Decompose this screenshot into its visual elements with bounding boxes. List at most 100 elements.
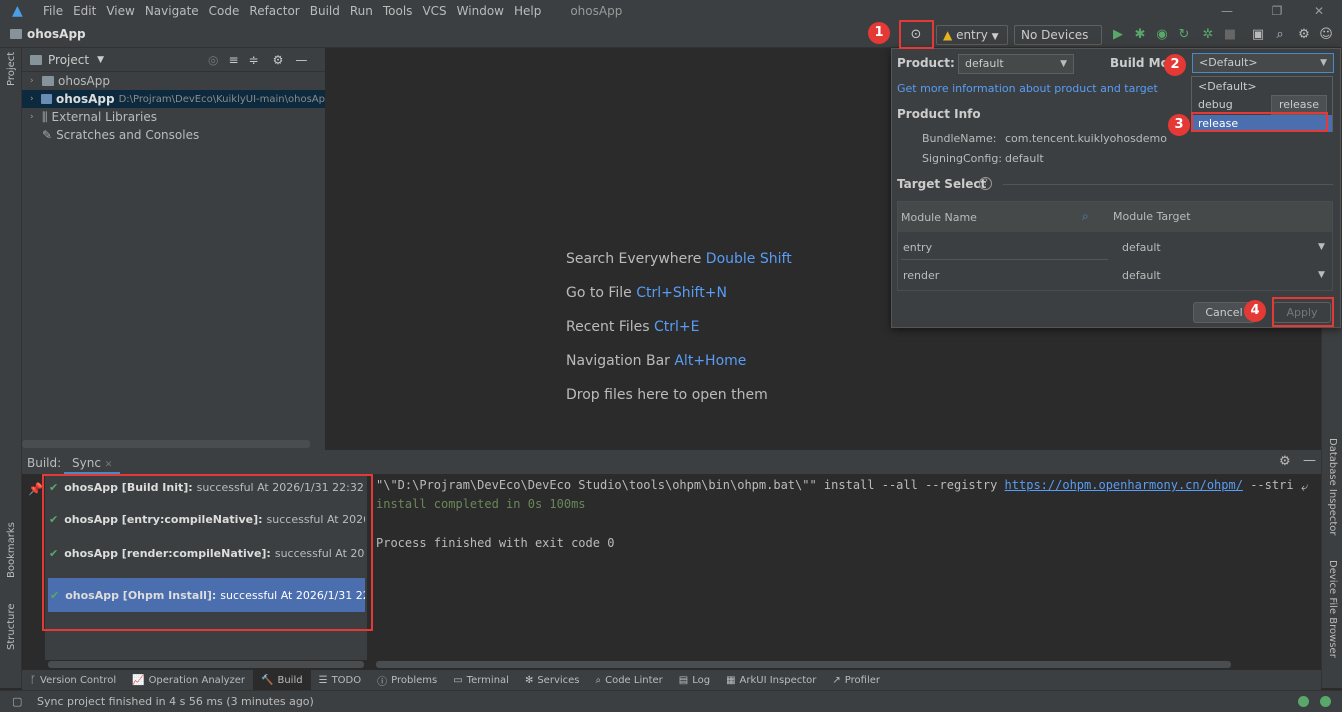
chevron-down-icon[interactable]: ▼ xyxy=(1318,242,1325,252)
structure-tool-tab[interactable]: Structure xyxy=(6,603,17,650)
tool-todo[interactable]: ☰ TODO xyxy=(311,670,370,690)
database-inspector-tab[interactable]: Database Inspector xyxy=(1327,438,1338,536)
run-icon[interactable]: ▶ xyxy=(1109,26,1127,44)
menu-edit[interactable]: Edit xyxy=(68,4,101,18)
chevron-down-icon[interactable]: ▼ xyxy=(97,55,104,65)
tool-operation-analyzer[interactable]: 📈 Operation Analyzer xyxy=(124,670,253,690)
table-row-target[interactable]: default xyxy=(1122,241,1161,254)
tree-item[interactable]: › ohosApp xyxy=(30,72,110,90)
horizontal-scrollbar[interactable] xyxy=(22,440,310,448)
debug-icon[interactable]: ✱ xyxy=(1131,26,1149,44)
layout-icon[interactable]: ▢ xyxy=(12,695,22,708)
chevron-down-icon[interactable]: ▼ xyxy=(1318,270,1325,280)
gear-icon[interactable]: ⚙ xyxy=(273,53,284,67)
collapse-all-icon[interactable]: ≡ xyxy=(228,53,238,67)
tool-label: Operation Analyzer xyxy=(148,674,246,686)
pin-icon[interactable]: 📌 xyxy=(28,482,43,496)
tool-arkui-inspector[interactable]: ▦ ArkUI Inspector xyxy=(718,670,824,690)
chevron-right-icon[interactable]: › xyxy=(30,76,42,86)
deveco-logo-icon: ▲ xyxy=(12,3,23,19)
tool-label: TODO xyxy=(331,674,362,686)
hint-shortcut: Double Shift xyxy=(705,251,792,267)
hint-text: Recent Files xyxy=(566,319,650,335)
device-select[interactable]: No Devices ▼ xyxy=(1014,25,1102,60)
signing-config-value: default xyxy=(1005,152,1044,165)
tool-label: Problems xyxy=(391,674,438,686)
menu-window[interactable]: Window xyxy=(452,4,509,18)
tree-item-label: ohosApp xyxy=(58,74,110,88)
table-row-target[interactable]: default xyxy=(1122,269,1161,282)
close-icon[interactable]: ✕ xyxy=(105,460,113,470)
menu-vcs[interactable]: VCS xyxy=(417,4,451,18)
locate-icon[interactable]: ◎ xyxy=(208,53,218,67)
annotation-box-4 xyxy=(1272,297,1334,327)
menu-navigate[interactable]: Navigate xyxy=(140,4,204,18)
divider xyxy=(1003,184,1333,185)
tab-sync[interactable]: Sync ✕ xyxy=(64,450,121,474)
menu-refactor[interactable]: Refactor xyxy=(244,4,304,18)
tree-item[interactable]: ✎ Scratches and Consoles xyxy=(42,126,199,144)
horizontal-scrollbar[interactable] xyxy=(376,661,1231,668)
col-module-target: Module Target xyxy=(1113,210,1191,223)
tool-code-linter[interactable]: ⌕ Code Linter xyxy=(588,670,671,690)
tool-problems[interactable]: ⓘ Problems xyxy=(369,670,445,690)
console-command-text: "\"D:\Projram\DevEco\DevEco Studio\tools… xyxy=(376,478,1005,492)
tool-profiler[interactable]: ↗ Profiler xyxy=(824,670,888,690)
build-mode-select[interactable]: <Default> ▼ xyxy=(1192,53,1334,73)
list-icon: ☰ xyxy=(318,674,328,686)
tool-terminal[interactable]: ▭ Terminal xyxy=(445,670,517,690)
search-icon[interactable]: ⌕ xyxy=(1271,26,1289,44)
menu-run[interactable]: Run xyxy=(345,4,378,18)
breadcrumb[interactable]: ohosApp xyxy=(10,27,86,41)
annotation-badge-1: 1 xyxy=(868,22,890,44)
product-value: default xyxy=(965,57,1004,70)
menu-help[interactable]: Help xyxy=(509,4,546,18)
tool-log[interactable]: ▤ Log xyxy=(671,670,718,690)
gear-icon[interactable]: ⚙ xyxy=(1295,26,1313,44)
more-info-link[interactable]: Get more information about product and t… xyxy=(897,82,1158,95)
hide-icon[interactable]: — xyxy=(295,53,307,67)
product-select[interactable]: default ▼ xyxy=(958,54,1074,74)
horizontal-scrollbar[interactable] xyxy=(48,661,364,668)
search-icon[interactable]: ⌕ xyxy=(1082,209,1089,224)
device-file-browser-tab[interactable]: Device File Browser xyxy=(1327,560,1338,658)
close-icon[interactable]: ✕ xyxy=(1296,0,1342,22)
account-icon[interactable]: ☺ xyxy=(1317,26,1335,44)
folder-icon xyxy=(42,76,54,86)
gear-icon[interactable]: ⚙ xyxy=(1279,454,1291,469)
soft-wrap-icon[interactable]: ⤶ xyxy=(1301,480,1308,495)
tool-services[interactable]: ✻ Services xyxy=(517,670,588,690)
tree-item[interactable]: › ⫼ External Libraries xyxy=(30,108,157,126)
profile-icon[interactable]: ◉ xyxy=(1153,26,1171,44)
left-tool-strip: Project Bookmarks Structure xyxy=(0,48,22,688)
console-registry-link[interactable]: https://ohpm.openharmony.cn/ohpm/ xyxy=(1005,478,1243,492)
run-config-select[interactable]: ▲ entry ▼ xyxy=(936,25,1008,45)
tree-item-selected[interactable]: › ohosApp D:\Projram\DevEco\KuiklyUI-mai… xyxy=(22,90,325,108)
stop-icon[interactable]: ■ xyxy=(1221,26,1239,44)
menu-build[interactable]: Build xyxy=(305,4,345,18)
expand-all-icon[interactable]: ≑ xyxy=(249,53,259,67)
rerun-icon[interactable]: ↻ xyxy=(1175,26,1193,44)
tool-build[interactable]: 🔨 Build xyxy=(253,670,311,690)
menu-view[interactable]: View xyxy=(101,4,139,18)
hide-icon[interactable]: — xyxy=(1303,453,1316,468)
tool-version-control[interactable]: ᚴ Version Control xyxy=(22,670,124,690)
help-icon[interactable]: ? xyxy=(979,177,992,190)
menu-code[interactable]: Code xyxy=(204,4,245,18)
chevron-right-icon[interactable]: › xyxy=(30,94,41,104)
project-tool-tab[interactable]: Project xyxy=(6,52,17,86)
dropdown-option-debug[interactable]: debug xyxy=(1198,98,1233,111)
folder-icon xyxy=(10,29,22,39)
project-structure-icon[interactable]: ▣ xyxy=(1249,26,1267,44)
bookmarks-tool-tab[interactable]: Bookmarks xyxy=(6,522,17,578)
restore-icon[interactable]: ❐ xyxy=(1254,0,1300,22)
minimize-icon[interactable]: — xyxy=(1204,0,1250,22)
chevron-right-icon[interactable]: › xyxy=(30,112,42,122)
menu-file[interactable]: File xyxy=(38,4,68,18)
annotation-badge-2: 2 xyxy=(1164,54,1186,76)
attach-debugger-icon[interactable]: ✲ xyxy=(1199,26,1217,44)
project-view-select[interactable]: Project xyxy=(48,53,89,67)
dropdown-option-default[interactable]: <Default> xyxy=(1198,80,1257,93)
menu-tools[interactable]: Tools xyxy=(378,4,418,18)
tree-item-label: Scratches and Consoles xyxy=(56,128,200,142)
